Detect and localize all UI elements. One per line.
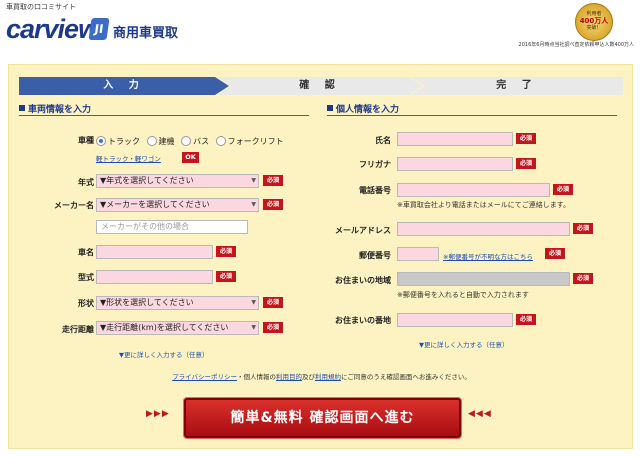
radio-icon bbox=[181, 136, 192, 146]
radio-icon bbox=[215, 136, 226, 146]
zip-input[interactable] bbox=[397, 247, 439, 261]
mileage-label: 走行距離 bbox=[62, 325, 94, 334]
vehicle-section-label: 車両情報を入力 bbox=[28, 105, 92, 115]
kana-input[interactable] bbox=[397, 157, 513, 171]
radio-bus[interactable]: バス bbox=[181, 136, 210, 146]
email-input[interactable] bbox=[397, 222, 570, 236]
vehicle-section-divider bbox=[19, 115, 309, 116]
medal-line2: 400万人 bbox=[579, 17, 609, 25]
car-name-label: 車名 bbox=[78, 248, 94, 257]
light-vehicle-link[interactable]: 軽トラック・軽ワゴン bbox=[96, 153, 161, 163]
zip-lookup-link[interactable]: ※郵便番号が不明な方はこちら bbox=[443, 251, 533, 261]
shape-label: 形状 bbox=[78, 299, 94, 308]
phone-input[interactable] bbox=[397, 183, 550, 197]
personal-section-title: 個人情報を入力 bbox=[327, 102, 399, 115]
step-confirm: 確 認 bbox=[217, 77, 423, 95]
name-input[interactable] bbox=[397, 132, 513, 146]
terms-link[interactable]: 利用規約 bbox=[315, 373, 341, 381]
vehicle-type-radios: トラック 建機 バス フォークリフト bbox=[96, 136, 288, 147]
radio-forklift-label: フォークリフト bbox=[227, 137, 284, 146]
vehicle-more-link[interactable]: ▼更に詳しく入力する（任意） bbox=[119, 349, 209, 359]
area-label: お住まいの地域 bbox=[335, 276, 391, 285]
mileage-select[interactable]: ▼走行距離(km)を選択してください bbox=[96, 321, 259, 335]
zip-lookup-link-text: ※郵便番号が不明な方はこちら bbox=[443, 253, 533, 261]
site-header: 車買取の口コミサイト carview JI 商用車買取 利用者 400万人 突破… bbox=[0, 0, 640, 52]
progress-steps: 入 力 確 認 完 了 bbox=[19, 77, 623, 95]
vehicle-section-title: 車両情報を入力 bbox=[19, 102, 91, 115]
arrows-left-icon: ◀◀◀ bbox=[468, 409, 492, 419]
name-label: 氏名 bbox=[375, 136, 391, 145]
step-input: 入 力 bbox=[19, 77, 229, 95]
shape-select[interactable]: ▼形状を選択してください bbox=[96, 296, 259, 310]
required-badge: 必須 bbox=[516, 133, 536, 144]
agree-text-3: にご同意のうえ確認画面へお進みください。 bbox=[341, 373, 471, 381]
submit-button[interactable]: 簡単&無料 確認画面へ進む bbox=[184, 398, 461, 438]
required-badge: 必須 bbox=[545, 248, 565, 259]
zip-label: 郵便番号 bbox=[359, 251, 391, 260]
maker-label: メーカー名 bbox=[54, 201, 94, 210]
logo-badge-icon: JI bbox=[88, 18, 110, 40]
users-medal-badge: 利用者 400万人 突破！ bbox=[575, 3, 613, 41]
agreement-text: プライバシーポリシー・個人情報の利用目的及び利用規約にご同意のうえ確認画面へお進… bbox=[9, 371, 634, 381]
year-label: 年式 bbox=[78, 178, 94, 187]
light-vehicle-link-text: 軽トラック・軽ワゴン bbox=[96, 155, 161, 163]
address-label: お住まいの番地 bbox=[335, 316, 391, 325]
personal-section-divider bbox=[327, 115, 617, 116]
model-label: 型式 bbox=[78, 273, 94, 282]
phone-label: 電話番号 bbox=[359, 186, 391, 195]
area-note: ※郵便番号を入れると自動で入力されます bbox=[397, 291, 529, 299]
area-input[interactable] bbox=[397, 272, 570, 286]
required-badge: 必須 bbox=[573, 223, 593, 234]
required-badge: 必須 bbox=[263, 297, 283, 308]
car-name-input[interactable] bbox=[96, 245, 213, 259]
medal-line3: 突破！ bbox=[586, 25, 602, 31]
square-bullet-icon bbox=[327, 105, 333, 111]
privacy-policy-link[interactable]: プライバシーポリシー bbox=[172, 373, 237, 381]
ok-button[interactable]: OK bbox=[182, 152, 199, 163]
site-tagline: 車買取の口コミサイト bbox=[6, 3, 76, 11]
maker-select[interactable]: ▼メーカーを選択してください bbox=[96, 198, 259, 212]
maker-other-input[interactable]: メーカーがその他の場合 bbox=[96, 220, 248, 234]
radio-bus-label: バス bbox=[193, 137, 210, 146]
service-title: 商用車買取 bbox=[113, 26, 179, 41]
radio-icon bbox=[146, 136, 157, 146]
required-badge: 必須 bbox=[216, 271, 236, 282]
personal-more-link[interactable]: ▼更に詳しく入力する（任意） bbox=[419, 339, 509, 349]
required-badge: 必須 bbox=[216, 246, 236, 257]
radio-truck[interactable]: トラック bbox=[96, 136, 140, 146]
address-input[interactable] bbox=[397, 313, 513, 327]
required-badge: 必須 bbox=[263, 322, 283, 333]
required-badge: 必須 bbox=[263, 199, 283, 210]
required-badge: 必須 bbox=[263, 175, 283, 186]
radio-truck-label: トラック bbox=[108, 137, 140, 146]
form-panel: 入 力 確 認 完 了 車両情報を入力 車種 トラック 建機 バス フォークリフ… bbox=[8, 64, 633, 449]
personal-section-label: 個人情報を入力 bbox=[336, 105, 400, 115]
step-complete: 完 了 bbox=[411, 77, 623, 95]
carview-logo[interactable]: carview bbox=[6, 14, 99, 45]
arrows-right-icon: ▶▶▶ bbox=[146, 409, 170, 419]
year-select[interactable]: ▼年式を選択してください bbox=[96, 174, 259, 188]
agree-text-2: 及び bbox=[302, 373, 315, 381]
agree-text-1: ・個人情報の bbox=[237, 373, 276, 381]
required-badge: 必須 bbox=[573, 273, 593, 284]
vehicle-type-label: 車種 bbox=[78, 136, 94, 145]
required-badge: 必須 bbox=[516, 314, 536, 325]
phone-note: ※車買取会社より電話またはメールにてご連絡します。 bbox=[397, 201, 571, 209]
radio-construction-label: 建機 bbox=[158, 137, 175, 146]
radio-construction[interactable]: 建機 bbox=[146, 136, 175, 146]
square-bullet-icon bbox=[19, 105, 25, 111]
required-badge: 必須 bbox=[553, 184, 573, 195]
kana-label: フリガナ bbox=[359, 160, 391, 169]
stat-note: 2016年6月時点当社調べ査定依頼申込人数400万人 bbox=[518, 42, 634, 48]
email-label: メールアドレス bbox=[335, 226, 391, 235]
model-input[interactable] bbox=[96, 270, 213, 284]
purpose-link[interactable]: 利用目的 bbox=[276, 373, 302, 381]
radio-selected-icon bbox=[96, 136, 106, 146]
required-badge: 必須 bbox=[516, 158, 536, 169]
radio-forklift[interactable]: フォークリフト bbox=[215, 136, 284, 146]
